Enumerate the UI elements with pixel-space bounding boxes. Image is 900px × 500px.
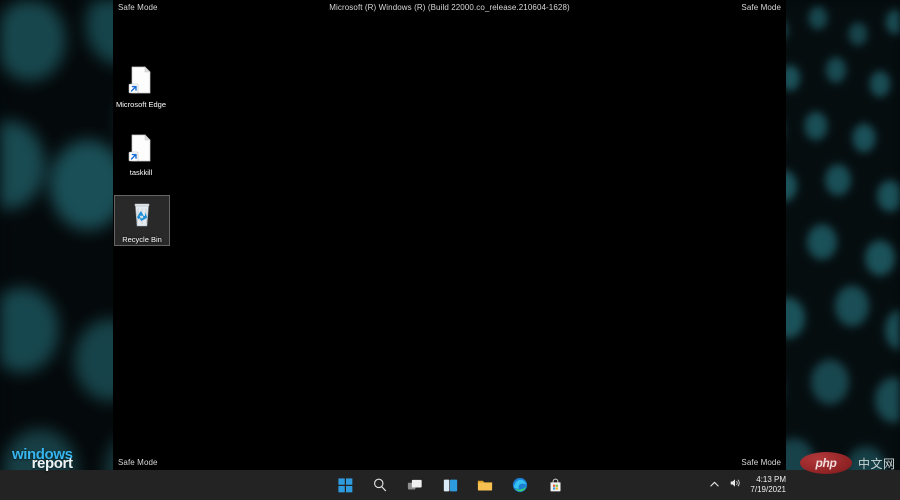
safe-mode-build-string: Microsoft (R) Windows (R) (Build 22000.c… — [329, 3, 570, 12]
desktop-icon-label: Recycle Bin — [122, 235, 162, 244]
php-logo-suffix: 中文网 — [858, 456, 896, 471]
windows-start-icon — [337, 477, 352, 492]
desktop-icon-taskkill[interactable]: taskkill — [113, 131, 169, 177]
file-shortcut-icon — [124, 63, 158, 97]
php-logo-pill: php — [800, 452, 852, 474]
microsoft-store-icon — [550, 478, 560, 491]
file-shortcut-icon — [124, 131, 158, 165]
taskbar-clock[interactable]: 4:13 PM 7/19/2021 — [750, 475, 786, 496]
widgets-icon — [443, 479, 457, 491]
taskbar-file-explorer-button[interactable] — [475, 475, 495, 495]
search-icon — [374, 478, 387, 492]
desktop-icon-microsoft-edge[interactable]: Microsoft Edge — [113, 63, 169, 109]
taskbar-microsoft-store-button[interactable] — [545, 475, 565, 495]
desktop-icon-label: Microsoft Edge — [115, 100, 167, 109]
taskbar-microsoft-edge-button[interactable] — [510, 475, 530, 495]
task-view-icon — [407, 479, 422, 490]
desktop-icon-recycle-bin[interactable]: Recycle Bin — [114, 195, 170, 246]
taskbar-start-button[interactable] — [335, 475, 355, 495]
taskbar-widgets-button[interactable] — [440, 475, 460, 495]
taskbar-task-view-button[interactable] — [405, 475, 425, 495]
folder-icon — [477, 480, 493, 491]
show-hidden-icons-chevron-icon[interactable] — [709, 479, 720, 492]
edge-icon — [512, 477, 528, 493]
php-logo-text: php — [815, 456, 837, 470]
safe-mode-label-bottom-right: Safe Mode — [741, 458, 781, 467]
clock-time: 4:13 PM — [756, 474, 786, 484]
windows-report-watermark: windows report — [12, 447, 73, 471]
recycle-bin-icon — [125, 198, 159, 232]
volume-icon[interactable] — [729, 476, 741, 494]
system-tray: 4:13 PM 7/19/2021 — [709, 470, 786, 500]
desktop-icon-label: taskkill — [129, 168, 153, 177]
php-watermark: php 中文网 — [800, 452, 896, 474]
safe-mode-label-bottom-left: Safe Mode — [118, 458, 158, 467]
taskbar-search-button[interactable] — [370, 475, 390, 495]
desktop-surface[interactable]: Safe Mode Microsoft (R) Windows (R) (Bui… — [113, 0, 786, 470]
safe-mode-label-top-right: Safe Mode — [741, 3, 781, 12]
clock-date: 7/19/2021 — [750, 485, 786, 494]
taskbar[interactable]: 4:13 PM 7/19/2021 — [0, 470, 900, 500]
